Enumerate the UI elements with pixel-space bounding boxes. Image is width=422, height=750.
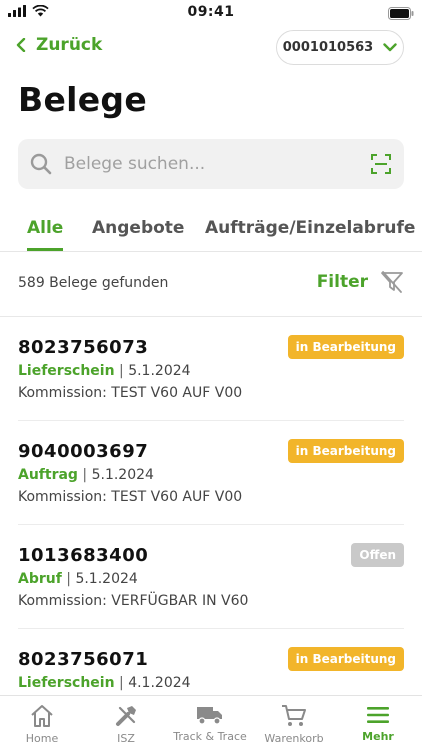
nav-warenkorb[interactable]: Warenkorb: [252, 696, 336, 750]
status-badge: in Bearbeitung: [287, 335, 404, 359]
filter-off-icon: [381, 271, 403, 293]
document-commission: Kommission: VERFÜGBAR IN V60: [18, 593, 249, 609]
cart-icon: [282, 705, 306, 726]
tab-angebote[interactable]: Angebote: [92, 218, 184, 248]
nav-mehr[interactable]: Mehr: [336, 696, 420, 750]
document-number: 8023756071: [18, 649, 149, 670]
search-input[interactable]: [64, 154, 370, 174]
document-meta: Lieferschein | 4.1.2024: [18, 675, 191, 691]
document-type: Auftrag: [18, 467, 78, 483]
document-type: Lieferschein: [18, 363, 115, 379]
nav-track-trace[interactable]: Track & Trace: [168, 696, 252, 750]
status-bar: 09:41: [0, 0, 422, 24]
document-meta: Abruf | 5.1.2024: [18, 571, 138, 587]
document-meta: Auftrag | 5.1.2024: [18, 467, 154, 483]
tools-icon: [116, 706, 136, 726]
chevron-down-icon: [383, 43, 397, 52]
home-icon: [31, 705, 53, 727]
battery-icon: [388, 5, 414, 24]
search-icon: [30, 153, 52, 175]
meta-separator: |: [119, 675, 124, 691]
chevron-left-icon: [16, 38, 26, 52]
scan-icon[interactable]: [370, 153, 392, 175]
tab-auftraege[interactable]: Aufträge/Einzelabrufe: [205, 218, 415, 248]
bottom-navigation: Home ISZ Track & Trace Warenkorb Mehr: [0, 695, 422, 750]
document-row[interactable]: 8023756073 Lieferschein | 5.1.2024 Kommi…: [0, 317, 422, 421]
document-date: 5.1.2024: [91, 467, 154, 483]
nav-label: Mehr: [362, 730, 394, 743]
document-date: 5.1.2024: [75, 571, 138, 587]
menu-icon: [367, 707, 389, 723]
meta-separator: |: [82, 467, 88, 483]
status-badge: in Bearbeitung: [287, 647, 404, 671]
document-row[interactable]: 9040003697 Auftrag | 5.1.2024 Kommission…: [0, 421, 422, 525]
nav-isz[interactable]: ISZ: [84, 696, 168, 750]
account-number: 0001010563: [282, 40, 374, 55]
meta-separator: |: [66, 571, 71, 587]
tab-alle[interactable]: Alle: [27, 218, 64, 251]
document-tabs: Alle Angebote Aufträge/Einzelabrufe: [0, 210, 422, 252]
account-selector[interactable]: 0001010563: [276, 30, 404, 65]
document-type: Lieferschein: [18, 675, 115, 691]
document-number: 1013683400: [18, 545, 149, 566]
filter-button[interactable]: Filter: [317, 271, 404, 293]
back-button[interactable]: Zurück: [16, 35, 102, 55]
status-badge: in Bearbeitung: [287, 439, 404, 463]
meta-separator: |: [119, 363, 124, 379]
page-title: Belege: [18, 80, 148, 119]
truck-icon: [197, 707, 222, 725]
document-row[interactable]: 1013683400 Abruf | 5.1.2024 Kommission: …: [0, 525, 422, 629]
nav-label: Warenkorb: [264, 732, 324, 745]
result-count: 589 Belege gefunden: [18, 275, 169, 291]
document-meta: Lieferschein | 5.1.2024: [18, 363, 191, 379]
nav-label: Home: [25, 732, 59, 745]
status-badge: Offen: [351, 543, 404, 567]
document-date: 4.1.2024: [128, 675, 191, 691]
filter-label: Filter: [316, 272, 368, 292]
document-commission: Kommission: TEST V60 AUF V00: [18, 385, 243, 401]
nav-home[interactable]: Home: [0, 696, 84, 750]
document-date: 5.1.2024: [128, 363, 191, 379]
document-number: 9040003697: [18, 441, 149, 462]
document-type: Abruf: [18, 571, 62, 587]
search-box[interactable]: [18, 139, 404, 189]
nav-label: Track & Trace: [173, 730, 247, 743]
back-label: Zurück: [36, 35, 103, 55]
document-commission: Kommission: TEST V60 AUF V00: [18, 489, 243, 505]
status-time: 09:41: [187, 4, 235, 20]
document-number: 8023756073: [18, 337, 149, 358]
nav-label: ISZ: [117, 732, 135, 745]
